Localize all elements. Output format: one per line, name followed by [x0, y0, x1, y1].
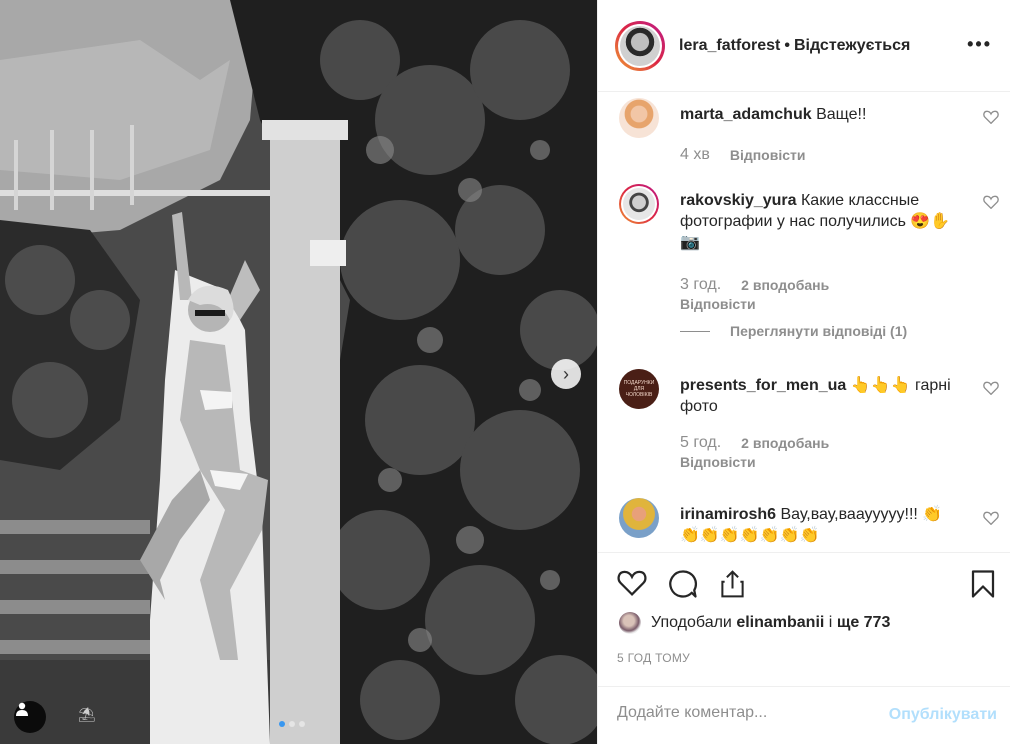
- photo-watermark-icon: ⛱: [78, 706, 96, 722]
- chevron-right-icon: ›: [563, 363, 569, 384]
- comment: irinamirosh6 Вау,вау,вааууууу!!! 👏👏👏👏👏👏👏…: [619, 498, 999, 552]
- comment: marta_adamchuk Ваще!! 4 хв Відповісти: [619, 98, 999, 178]
- reply-button[interactable]: Відповісти: [680, 454, 756, 470]
- heart-icon[interactable]: [983, 381, 999, 395]
- author-username[interactable]: lera_fatforest: [679, 37, 780, 55]
- add-comment-bar: Опублікувати: [598, 686, 1010, 744]
- post-header: lera_fatforest • Відстежується •••: [598, 0, 1010, 92]
- reply-button[interactable]: Відповісти: [680, 296, 756, 312]
- view-replies-button[interactable]: Переглянути відповіді (1): [680, 323, 907, 339]
- view-replies-label: Переглянути відповіді (1): [730, 323, 908, 339]
- post-panel: lera_fatforest • Відстежується ••• marta…: [597, 0, 1010, 744]
- author-avatar[interactable]: [615, 20, 665, 71]
- action-bar: [598, 552, 1010, 616]
- likes-prefix: Уподобали: [651, 614, 732, 631]
- follow-status[interactable]: Відстежується: [794, 37, 910, 55]
- avatar: [620, 25, 660, 66]
- carousel-dot: [289, 721, 295, 727]
- likes-count[interactable]: ще 773: [837, 614, 891, 632]
- separator-dot: •: [784, 36, 790, 54]
- likes-connector: і: [828, 614, 833, 631]
- carousel-indicator: [279, 721, 305, 727]
- comment-username[interactable]: presents_for_men_ua: [680, 377, 846, 394]
- tag-user-icon: [16, 702, 28, 716]
- comment-time: 4 хв: [680, 146, 710, 163]
- avatar-text: ПОДАРУНКИ ДЛЯ ЧОЛОВІКІВ: [623, 380, 655, 398]
- comment-time: 5 год.: [680, 434, 722, 451]
- comment-input[interactable]: [617, 704, 857, 722]
- comments-list: marta_adamchuk Ваще!! 4 хв Відповісти ra…: [598, 92, 1010, 552]
- comment: rakovskiy_yura Какие классные фотографии…: [619, 184, 999, 354]
- comment-username[interactable]: rakovskiy_yura: [680, 192, 797, 209]
- comment-text: Ваще!!: [816, 106, 867, 123]
- bookmark-icon[interactable]: [970, 569, 996, 599]
- heart-icon[interactable]: [983, 110, 999, 124]
- avatar[interactable]: [619, 184, 659, 224]
- more-icon[interactable]: •••: [967, 34, 992, 55]
- comment-username[interactable]: irinamirosh6: [680, 506, 776, 523]
- avatar[interactable]: [619, 612, 641, 634]
- carousel-dot: [299, 721, 305, 727]
- post-comment-button[interactable]: Опублікувати: [889, 706, 997, 724]
- avatar[interactable]: [619, 98, 659, 138]
- avatar[interactable]: ПОДАРУНКИ ДЛЯ ЧОЛОВІКІВ: [619, 369, 659, 409]
- comment-likes[interactable]: 2 вподобань: [741, 277, 829, 293]
- comment: ПОДАРУНКИ ДЛЯ ЧОЛОВІКІВ presents_for_men…: [619, 369, 999, 479]
- comment-icon[interactable]: [668, 569, 698, 599]
- comment-likes[interactable]: 2 вподобань: [741, 435, 829, 451]
- comment-username[interactable]: marta_adamchuk: [680, 106, 812, 123]
- heart-icon[interactable]: [983, 195, 999, 209]
- carousel-next-button[interactable]: ›: [551, 359, 581, 389]
- carousel-dot-active: [279, 721, 285, 727]
- post-timestamp[interactable]: 5 ГОД ТОМУ: [617, 651, 690, 665]
- liker-username[interactable]: elinambanii: [736, 614, 824, 632]
- heart-icon[interactable]: [983, 511, 999, 525]
- share-icon[interactable]: [719, 569, 746, 599]
- comment-time: 3 год.: [680, 276, 722, 293]
- divider: [680, 330, 710, 332]
- photo-illustration: [0, 0, 597, 744]
- reply-button[interactable]: Відповісти: [730, 147, 806, 163]
- tagged-users-button[interactable]: [14, 701, 46, 733]
- likes-summary: Уподобали elinambanii і ще 773: [619, 612, 890, 634]
- avatar[interactable]: [619, 498, 659, 538]
- post-photo[interactable]: › ⛱: [0, 0, 597, 744]
- heart-icon[interactable]: [617, 569, 647, 596]
